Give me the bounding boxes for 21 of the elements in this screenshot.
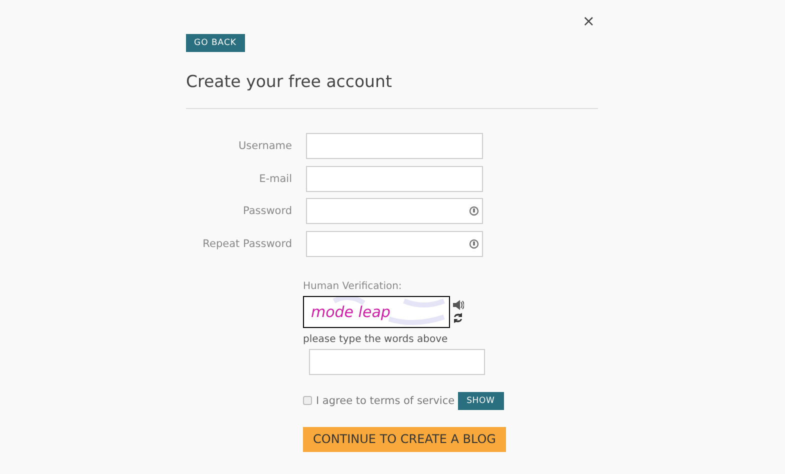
- dialog-title: Create your free account: [186, 71, 393, 93]
- close-button[interactable]: ×: [582, 12, 598, 30]
- answer-field[interactable]: [309, 348, 485, 374]
- input-field[interactable]: [306, 230, 483, 256]
- input-field[interactable]: [306, 166, 483, 192]
- continue-button[interactable]: CONTINUE TO CREATE A BLOG: [303, 426, 506, 452]
- terms-label: I agree to terms of service: [316, 394, 455, 406]
- refresh-icon[interactable]: [453, 313, 463, 323]
- field-label: E-mail: [258, 172, 292, 184]
- input-field[interactable]: [306, 198, 483, 224]
- captcha-image: mode leap: [303, 296, 450, 328]
- input-field[interactable]: [306, 133, 483, 159]
- verification-label: Human Verification:: [303, 280, 402, 292]
- show-button[interactable]: SHOW: [458, 392, 504, 410]
- go-back-button[interactable]: GO BACK: [186, 34, 244, 52]
- field-label: Repeat Password: [202, 238, 292, 250]
- field-label: Password: [242, 205, 292, 217]
- terms-checkbox[interactable]: [303, 396, 312, 405]
- field-label: Username: [237, 140, 292, 152]
- captcha-hint: please type the words above: [303, 334, 448, 344]
- speaker-icon[interactable]: [453, 300, 464, 310]
